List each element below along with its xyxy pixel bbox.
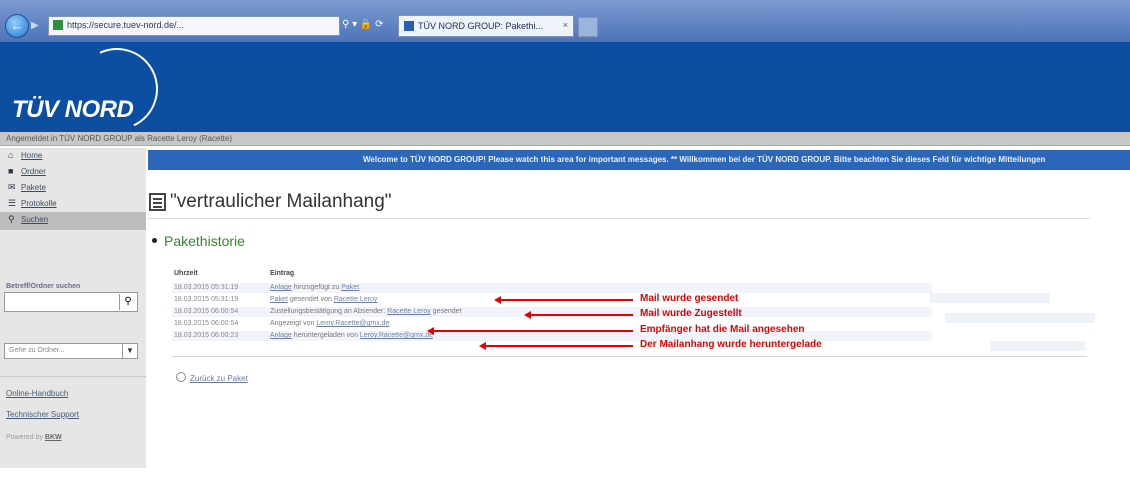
folder-select[interactable]: Gehe zu Ordner... ▼ bbox=[4, 343, 138, 359]
attachment-link[interactable]: Anlage bbox=[270, 284, 292, 291]
search-input[interactable]: ⚲ bbox=[4, 292, 138, 312]
user-link[interactable]: Racette Leroy bbox=[387, 308, 431, 315]
row-highlight bbox=[990, 341, 1085, 351]
bullet-icon bbox=[152, 238, 157, 243]
email-link[interactable]: Leroy.Racette@gmx.de bbox=[316, 320, 389, 327]
back-link-label: Zurück zu Paket bbox=[190, 374, 248, 383]
sidebar-item-suchen[interactable]: ⚲ Suchen bbox=[0, 212, 146, 230]
login-status-bar: Angemeldet in TÜV NORD GROUP als Racette… bbox=[0, 132, 1130, 146]
folder-select-value: Gehe zu Ordner... bbox=[9, 347, 65, 354]
tab-title: TÜV NORD GROUP: Pakethi... bbox=[418, 21, 544, 31]
row-text: hinzugefügt zu bbox=[291, 284, 342, 291]
welcome-banner: Welcome to TÜV NORD GROUP! Please watch … bbox=[148, 150, 1130, 170]
address-bar[interactable]: https://secure.tuev-nord.de/... bbox=[48, 16, 340, 36]
powered-prefix: Powered by bbox=[6, 434, 43, 441]
online-handbook-link[interactable]: Online-Handbuch bbox=[6, 389, 68, 398]
log-icon: ☰ bbox=[8, 198, 17, 208]
attachment-link[interactable]: Anlage bbox=[270, 332, 292, 339]
annotation-delivered: Mail wurde Zugestellt bbox=[640, 308, 742, 319]
row-time: 18.03.2015 06:00:54 bbox=[174, 320, 239, 327]
document-icon bbox=[149, 193, 166, 211]
row-text: Angezeigt von bbox=[270, 320, 317, 327]
forward-arrow-icon[interactable]: ▶ bbox=[31, 20, 43, 32]
sidebar-item-label: Home bbox=[21, 151, 43, 160]
close-tab-icon[interactable]: × bbox=[563, 20, 568, 30]
annotation-arrow bbox=[494, 296, 633, 304]
back-to-package-link[interactable]: Zurück zu Paket bbox=[176, 372, 248, 383]
row-time: 18.03.2015 05:31:19 bbox=[174, 284, 239, 291]
history-divider bbox=[172, 356, 1087, 357]
lock-icon bbox=[53, 20, 63, 30]
row-entry: Angezeigt von Leroy.Racette@gmx.de bbox=[270, 320, 389, 327]
table-row: 18.03.2015 06:00:54 Angezeigt von Leroy.… bbox=[172, 319, 1072, 329]
back-arrow-icon[interactable]: ← bbox=[5, 14, 29, 38]
sidebar-item-protokolle[interactable]: ☰ Protokolle bbox=[0, 196, 146, 212]
support-link[interactable]: Technischer Support bbox=[6, 410, 79, 419]
page-title: "vertraulicher Mailanhang" bbox=[170, 191, 392, 212]
annotation-arrow bbox=[427, 327, 633, 335]
site-header: TÜV NORD bbox=[0, 36, 1130, 142]
row-entry: Paket gesendet von Racette Leroy bbox=[270, 296, 377, 303]
sidebar-item-label: Protokolle bbox=[21, 199, 57, 208]
annotation-sent: Mail wurde gesendet bbox=[640, 293, 739, 304]
row-time: 18.03.2015 06:00:23 bbox=[174, 332, 239, 339]
sidebar-item-label: Pakete bbox=[21, 183, 46, 192]
column-header-entry: Eintrag bbox=[270, 270, 295, 277]
browser-chrome: ← ▶ https://secure.tuev-nord.de/... ⚲ ▾ … bbox=[0, 0, 1130, 42]
row-entry: Anlage heruntergeladen von Leroy.Racette… bbox=[270, 332, 433, 339]
chevron-down-icon[interactable]: ▼ bbox=[122, 344, 137, 358]
section-title: Pakethistorie bbox=[164, 233, 245, 249]
new-tab-button[interactable] bbox=[578, 17, 598, 37]
search-icon: ⚲ bbox=[8, 214, 15, 224]
annotation-arrow bbox=[479, 342, 633, 350]
sidebar-divider bbox=[0, 376, 146, 377]
row-time: 18.03.2015 05:31:19 bbox=[174, 296, 239, 303]
logo-arc-icon bbox=[64, 36, 170, 142]
column-header-time: Uhrzeit bbox=[174, 270, 198, 277]
package-icon: ✉ bbox=[8, 182, 16, 192]
package-link[interactable]: Paket bbox=[270, 296, 288, 303]
folder-icon: ■ bbox=[8, 166, 14, 176]
title-divider bbox=[148, 218, 1090, 219]
search-button-icon[interactable]: ⚲ bbox=[119, 294, 136, 310]
annotation-arrow bbox=[524, 311, 633, 319]
row-entry: Anlage hinzugefügt zu Paket bbox=[270, 284, 359, 291]
sidebar-item-pakete[interactable]: ✉ Pakete bbox=[0, 180, 146, 196]
row-text: heruntergeladen von bbox=[291, 332, 360, 339]
address-tools[interactable]: ⚲ ▾ 🔒 ⟳ bbox=[342, 19, 384, 30]
logo: TÜV NORD bbox=[12, 96, 134, 123]
row-text-suffix: gesendet bbox=[430, 308, 462, 315]
search-label: Betreff/Ordner suchen bbox=[6, 283, 81, 290]
powered-by: Powered by BKW bbox=[6, 434, 62, 441]
email-link[interactable]: Leroy.Racette@gmx.de bbox=[360, 332, 433, 339]
powered-brand[interactable]: BKW bbox=[45, 434, 62, 441]
home-icon: ⌂ bbox=[8, 150, 14, 160]
row-entry: Zustellungsbestätigung an Absender: Race… bbox=[270, 308, 461, 315]
row-text: gesendet von bbox=[287, 296, 334, 303]
sidebar-item-ordner[interactable]: ■ Ordner bbox=[0, 164, 146, 180]
sidebar-item-label: Suchen bbox=[21, 215, 49, 224]
user-link[interactable]: Racette Leroy bbox=[334, 296, 378, 303]
table-row: 18.03.2015 05:31:19 Anlage hinzugefügt z… bbox=[172, 283, 1072, 293]
table-row: 18.03.2015 06:00:23 Anlage heruntergelad… bbox=[172, 331, 1072, 341]
package-link[interactable]: Paket bbox=[341, 284, 359, 291]
annotation-downloaded: Der Mailanhang wurde heruntergelade bbox=[640, 339, 822, 350]
address-url: https://secure.tuev-nord.de/... bbox=[67, 20, 185, 30]
sidebar: ⌂ Home ■ Ordner ✉ Pakete ☰ Protokolle ⚲ … bbox=[0, 148, 146, 468]
favicon-icon bbox=[404, 21, 414, 31]
row-text: Zustellungsbestätigung an Absender: bbox=[270, 308, 388, 315]
browser-tab[interactable]: TÜV NORD GROUP: Pakethi... × bbox=[398, 15, 574, 37]
back-icon bbox=[176, 372, 186, 382]
sidebar-item-home[interactable]: ⌂ Home bbox=[0, 148, 146, 164]
annotation-viewed: Empfänger hat die Mail angesehen bbox=[640, 324, 805, 335]
row-time: 18.03.2015 06:00:54 bbox=[174, 308, 239, 315]
sidebar-item-label: Ordner bbox=[21, 167, 46, 176]
